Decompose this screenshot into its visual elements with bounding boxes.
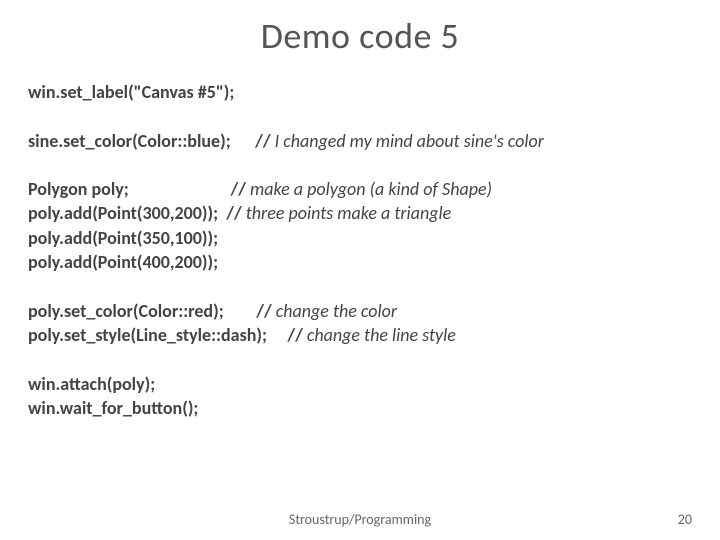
- code-line: poly.set_color(Color::red); // change th…: [28, 299, 692, 323]
- footer-center: Stroustrup/Programming: [0, 511, 720, 528]
- comment-text: I changed my mind about sine's color: [271, 130, 544, 152]
- comment-text: change the color: [272, 300, 397, 322]
- slide-title: Demo code 5: [0, 0, 720, 58]
- code-line: poly.add(Point(400,200));: [28, 250, 692, 274]
- comment-slash: //: [230, 178, 245, 200]
- comment-slash: //: [287, 324, 302, 346]
- code-line: poly.add(Point(350,100));: [28, 226, 692, 250]
- comment-text: make a polygon (a kind of Shape): [246, 178, 492, 200]
- comment-slash: //: [256, 300, 271, 322]
- code-text: poly.add(Point(300,200));: [28, 202, 218, 224]
- code-line: sine.set_color(Color::blue); // I change…: [28, 129, 692, 153]
- comment-text: change the line style: [303, 324, 456, 346]
- code-line: Polygon poly; // make a polygon (a kind …: [28, 177, 692, 201]
- code-line: win.wait_for_button();: [28, 396, 692, 420]
- comment-slash: //: [226, 202, 241, 224]
- code-pad: [129, 178, 231, 200]
- blank-line: [28, 153, 692, 177]
- code-line: win.attach(poly);: [28, 372, 692, 396]
- code-text: Polygon poly;: [28, 178, 129, 200]
- code-text: poly.set_color(Color::red);: [28, 300, 224, 322]
- code-line: poly.add(Point(300,200)); // three point…: [28, 201, 692, 225]
- code-text: win.attach(poly);: [28, 373, 155, 395]
- code-line: win.set_label("Canvas #5");: [28, 80, 692, 104]
- code-pad: [267, 324, 287, 346]
- code-text: win.set_label("Canvas #5");: [28, 81, 234, 103]
- code-text: poly.set_style(Line_style::dash);: [28, 324, 267, 346]
- code-text: win.wait_for_button();: [28, 397, 198, 419]
- code-pad: [218, 202, 226, 224]
- code-pad: [231, 130, 255, 152]
- comment-text: three points make a triangle: [242, 202, 451, 224]
- blank-line: [28, 104, 692, 128]
- code-pad: [224, 300, 257, 322]
- comment-slash: //: [255, 130, 270, 152]
- slide: Demo code 5 win.set_label("Canvas #5"); …: [0, 0, 720, 540]
- blank-line: [28, 347, 692, 371]
- code-text: poly.add(Point(350,100));: [28, 227, 218, 249]
- code-line: poly.set_style(Line_style::dash); // cha…: [28, 323, 692, 347]
- code-text: poly.add(Point(400,200));: [28, 251, 218, 273]
- slide-body: win.set_label("Canvas #5"); sine.set_col…: [28, 80, 692, 420]
- blank-line: [28, 274, 692, 298]
- page-number: 20: [678, 511, 692, 528]
- code-text: sine.set_color(Color::blue);: [28, 130, 231, 152]
